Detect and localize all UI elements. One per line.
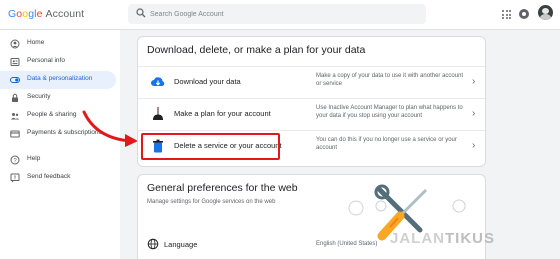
google-account-logo[interactable]: Google Account — [8, 8, 84, 20]
sidebar-item-home[interactable]: Home — [0, 35, 116, 53]
logo-letter: e — [36, 8, 43, 20]
card-icon — [10, 130, 20, 138]
card-title: General preferences for the web — [147, 182, 298, 194]
top-bar: Google Account — [0, 0, 560, 30]
people-icon — [10, 113, 20, 120]
sidebar-item-security[interactable]: Security — [0, 89, 116, 107]
plunger-icon — [153, 107, 163, 120]
help-icon: ? — [10, 155, 20, 165]
language-label[interactable]: Language — [164, 240, 197, 249]
sidebar-item-label: Data & personalization — [27, 75, 93, 82]
notifications-icon[interactable] — [519, 9, 529, 19]
chevron-right-icon: › — [472, 140, 476, 151]
home-icon — [10, 39, 20, 49]
plan-account-row[interactable]: Make a plan for your account Use Inactiv… — [138, 98, 485, 128]
search-icon — [136, 8, 146, 18]
sidebar-item-label: Help — [27, 155, 41, 162]
personal-info-icon — [10, 58, 20, 66]
sidebar-item-label: Home — [27, 39, 45, 46]
sidebar-item-label: People & sharing — [27, 111, 77, 118]
language-value: English (United States) — [316, 241, 378, 247]
search-bar[interactable] — [128, 4, 426, 24]
globe-icon — [147, 238, 159, 250]
sidebar-item-personal-info[interactable]: Personal info — [0, 53, 116, 71]
lock-icon — [12, 93, 18, 102]
sidebar-item-send-feedback[interactable]: Send feedback — [0, 169, 116, 187]
download-data-row[interactable]: Download your data Make a copy of your d… — [138, 66, 485, 96]
feedback-icon — [10, 173, 20, 183]
card-subtitle: Manage settings for Google services on t… — [147, 199, 276, 205]
sidebar-item-label: Send feedback — [27, 173, 71, 180]
row-label: Make a plan for your account — [174, 109, 271, 118]
chevron-right-icon: › — [472, 76, 476, 87]
cloud-download-icon — [151, 77, 165, 86]
avatar[interactable] — [538, 5, 553, 20]
red-arrow-annotation — [82, 110, 138, 147]
row-label: Download your data — [174, 77, 241, 86]
search-input[interactable] — [150, 6, 410, 22]
sidebar-item-label: Personal info — [27, 57, 65, 64]
toggle-icon — [10, 77, 20, 83]
sidebar-item-help[interactable]: ? Help — [0, 151, 116, 169]
apps-grid-icon[interactable] — [502, 10, 511, 19]
card-title: Download, delete, or make a plan for you… — [147, 44, 366, 56]
logo-suffix: Account — [45, 8, 85, 20]
jalantikus-watermark: JALANTIKUS — [390, 230, 495, 247]
highlight-box-annotation — [141, 133, 280, 160]
watermark-part: TIKUS — [445, 230, 496, 247]
chevron-right-icon: › — [472, 108, 476, 119]
row-description: Use Inactive Account Manager to plan wha… — [316, 105, 463, 119]
row-description: Make a copy of your data to use it with … — [316, 73, 464, 87]
sidebar-item-data-personalization[interactable]: Data & personalization — [0, 71, 116, 89]
watermark-part: JALAN — [390, 230, 446, 247]
row-description: You can do this if you no longer use a s… — [316, 137, 457, 151]
sidebar-item-label: Security — [27, 93, 51, 100]
